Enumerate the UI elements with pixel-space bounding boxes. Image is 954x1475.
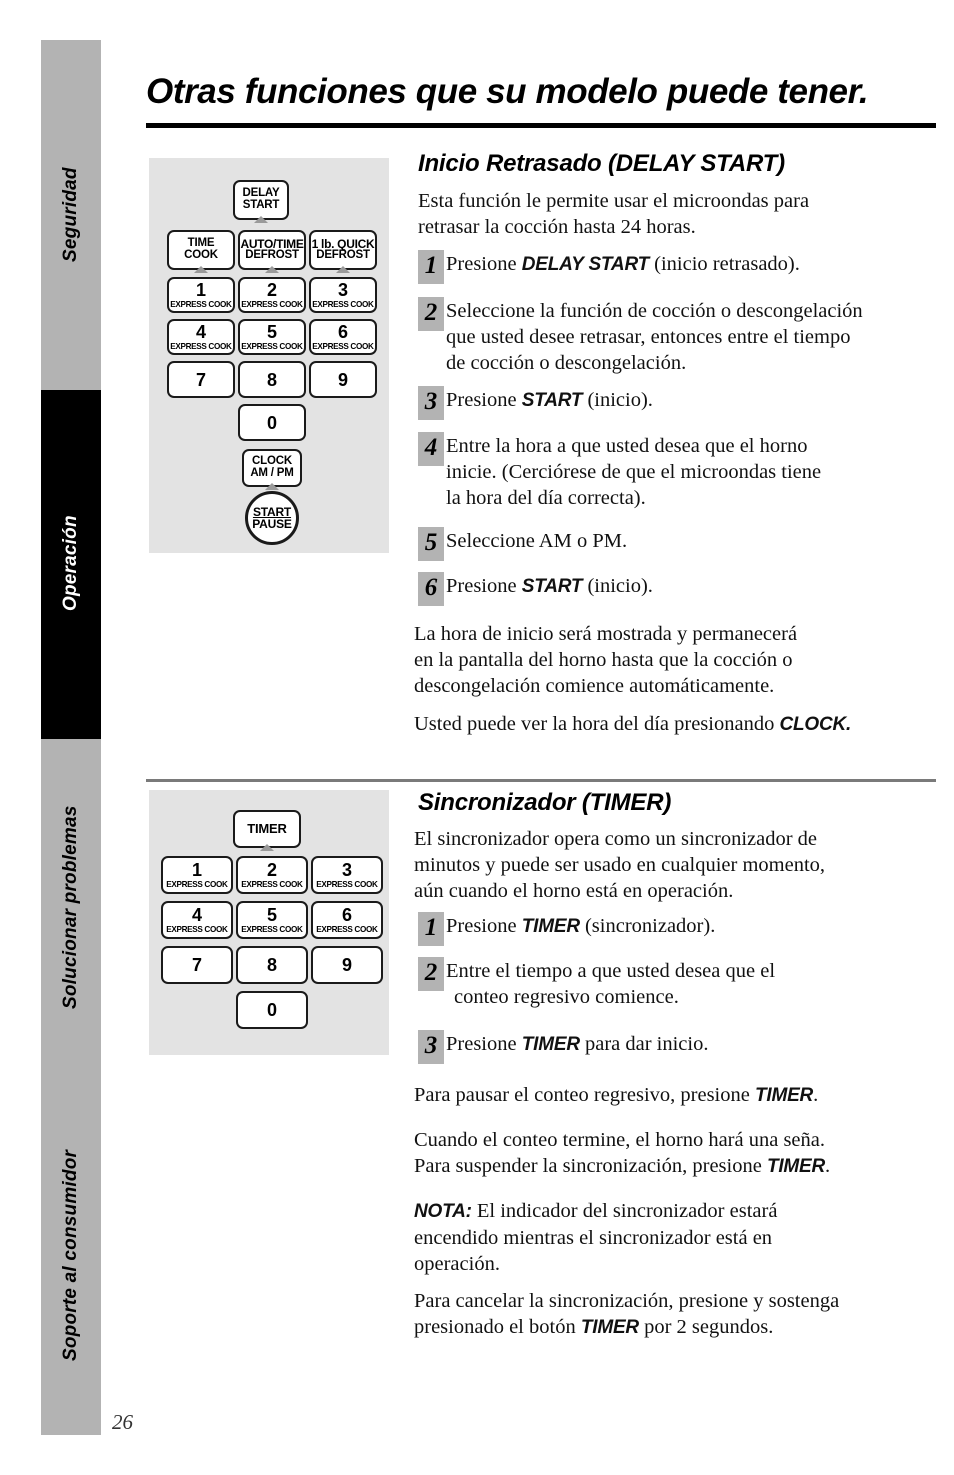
key-start-pause[interactable]: START PAUSE — [245, 491, 299, 545]
pointer-triangle-icon — [265, 266, 279, 273]
keypad-illustration-timer: TIMER 1 EXPRESS COOK 2 EXPRESS COOK 3 EX… — [149, 790, 389, 1055]
key-number-3[interactable]: 3 EXPRESS COOK — [309, 277, 377, 313]
key-number-3[interactable]: 3 EXPRESS COOK — [311, 856, 383, 894]
delay-step-5: 5 Seleccione AM o PM. — [418, 527, 928, 561]
delay-step-6: 6 Presione START (inicio). — [418, 572, 928, 606]
section-heading-delay-start: Inicio Retrasado (DELAY START) — [418, 150, 785, 177]
key-delay-start[interactable]: DELAY START — [233, 180, 289, 220]
timer-paragraph-3: Para cancelar la sincronización, presion… — [414, 1290, 840, 1338]
page-title: Otras funciones que su modelo puede tene… — [146, 72, 869, 111]
section-heading-timer: Sincronizador (TIMER) — [418, 789, 672, 816]
step-text: Presione DELAY START (inicio retrasado). — [446, 253, 800, 275]
key-clock-am-pm[interactable]: CLOCK AM / PM — [242, 449, 302, 487]
title-divider — [146, 123, 936, 128]
delay-step-4: 4 Entre la hora a que usted desea que el… — [418, 432, 938, 511]
key-number-1[interactable]: 1 EXPRESS COOK — [167, 277, 235, 313]
delay-outro-paragraph-1: La hora de inicio será mostrada y perman… — [414, 623, 798, 697]
step-text: Presione TIMER (sincronizador). — [446, 915, 716, 937]
step-number-badge: 3 — [418, 1030, 444, 1064]
key-number-8[interactable]: 8 — [238, 361, 306, 398]
sidebar-tabs: Seguridad Operación Solucionar problemas… — [41, 0, 101, 1475]
key-number-2[interactable]: 2 EXPRESS COOK — [236, 856, 308, 894]
step-number-badge: 5 — [418, 527, 444, 561]
delay-step-1: 1 Presione DELAY START (inicio retrasado… — [418, 250, 928, 284]
key-number-8[interactable]: 8 — [236, 946, 308, 984]
step-text: Entre la hora a que usted desea que el h… — [446, 435, 822, 509]
key-number-0[interactable]: 0 — [238, 404, 306, 441]
delay-step-2: 2 Seleccione la función de cocción o des… — [418, 297, 938, 376]
page-number: 26 — [112, 1410, 133, 1434]
key-number-7[interactable]: 7 — [167, 361, 235, 398]
sidebar-tab-solucionar-problemas[interactable]: Solucionar problemas — [41, 737, 101, 1075]
delay-intro-paragraph: Esta función le permite usar el microond… — [418, 190, 810, 238]
sidebar-tab-soporte-al-consumidor[interactable]: Soporte al consumidor — [41, 1075, 101, 1435]
step-number-badge: 3 — [418, 386, 444, 420]
pointer-triangle-icon — [265, 483, 279, 490]
timer-step-3: 3 Presione TIMER para dar inicio. — [418, 1030, 928, 1064]
delay-step-3: 3 Presione START (inicio). — [418, 386, 928, 420]
note-label: NOTA: — [414, 1201, 472, 1222]
step-number-badge: 2 — [418, 297, 444, 331]
sidebar-tab-label: Seguridad — [60, 167, 81, 263]
step-number-badge: 1 — [418, 912, 444, 946]
key-time-cook[interactable]: TIME COOK — [167, 230, 235, 270]
key-timer[interactable]: TIMER — [233, 810, 301, 848]
key-number-1[interactable]: 1 EXPRESS COOK — [161, 856, 233, 894]
pointer-triangle-icon — [194, 266, 208, 273]
key-1lb-quick-defrost[interactable]: 1 lb. QUICK DEFROST — [309, 230, 377, 270]
sidebar-tab-seguridad[interactable]: Seguridad — [41, 40, 101, 390]
manual-page: Seguridad Operación Solucionar problemas… — [0, 0, 954, 1475]
step-text: Presione START (inicio). — [446, 389, 653, 411]
timer-step-1: 1 Presione TIMER (sincronizador). — [418, 912, 928, 946]
key-number-4[interactable]: 4 EXPRESS COOK — [161, 901, 233, 939]
sidebar-tab-operacion[interactable]: Operación — [41, 390, 101, 737]
timer-paragraph-1: Para pausar el conteo regresivo, presion… — [414, 1084, 819, 1106]
key-number-9[interactable]: 9 — [309, 361, 377, 398]
key-number-6[interactable]: 6 EXPRESS COOK — [311, 901, 383, 939]
keypad-illustration-delay-start: DELAY START TIME COOK AUTO/TIME DEFROST … — [149, 158, 389, 553]
step-text: Seleccione AM o PM. — [446, 530, 628, 552]
step-text: Presione TIMER para dar inicio. — [446, 1033, 709, 1055]
step-text: Presione START (inicio). — [446, 575, 653, 597]
pointer-triangle-icon — [260, 844, 274, 851]
step-text: Seleccione la función de cocción o desco… — [446, 300, 863, 374]
sidebar-tab-label: Soporte al consumidor — [60, 1149, 81, 1361]
key-number-5[interactable]: 5 EXPRESS COOK — [236, 901, 308, 939]
timer-step-2: 2 Entre el tiempo a que usted desea que … — [418, 957, 928, 1010]
key-number-5[interactable]: 5 EXPRESS COOK — [238, 319, 306, 355]
step-number-badge: 6 — [418, 572, 444, 606]
step-number-badge: 2 — [418, 957, 444, 991]
sidebar-tab-label: Solucionar problemas — [60, 805, 81, 1009]
pointer-triangle-icon — [336, 266, 350, 273]
timer-intro-paragraph: El sincronizador opera como un sincroniz… — [414, 828, 826, 902]
step-text: Entre el tiempo a que usted desea que el… — [446, 960, 776, 1008]
key-number-2[interactable]: 2 EXPRESS COOK — [238, 277, 306, 313]
section-divider — [146, 779, 936, 782]
pointer-triangle-icon — [254, 216, 268, 223]
key-number-0[interactable]: 0 — [236, 991, 308, 1029]
sidebar-tab-label: Operación — [60, 515, 81, 612]
key-number-4[interactable]: 4 EXPRESS COOK — [167, 319, 235, 355]
key-auto-time-defrost[interactable]: AUTO/TIME DEFROST — [238, 230, 306, 270]
page-content: Otras funciones que su modelo puede tene… — [120, 0, 940, 1475]
key-number-6[interactable]: 6 EXPRESS COOK — [309, 319, 377, 355]
timer-paragraph-2: Cuando el conteo termine, el horno hará … — [414, 1129, 831, 1177]
key-number-9[interactable]: 9 — [311, 946, 383, 984]
delay-outro-paragraph-2: Usted puede ver la hora del día presiona… — [414, 713, 852, 735]
key-number-7[interactable]: 7 — [161, 946, 233, 984]
timer-note: NOTA: El indicador del sincronizador est… — [414, 1200, 778, 1275]
step-number-badge: 1 — [418, 250, 444, 284]
step-number-badge: 4 — [418, 432, 444, 466]
